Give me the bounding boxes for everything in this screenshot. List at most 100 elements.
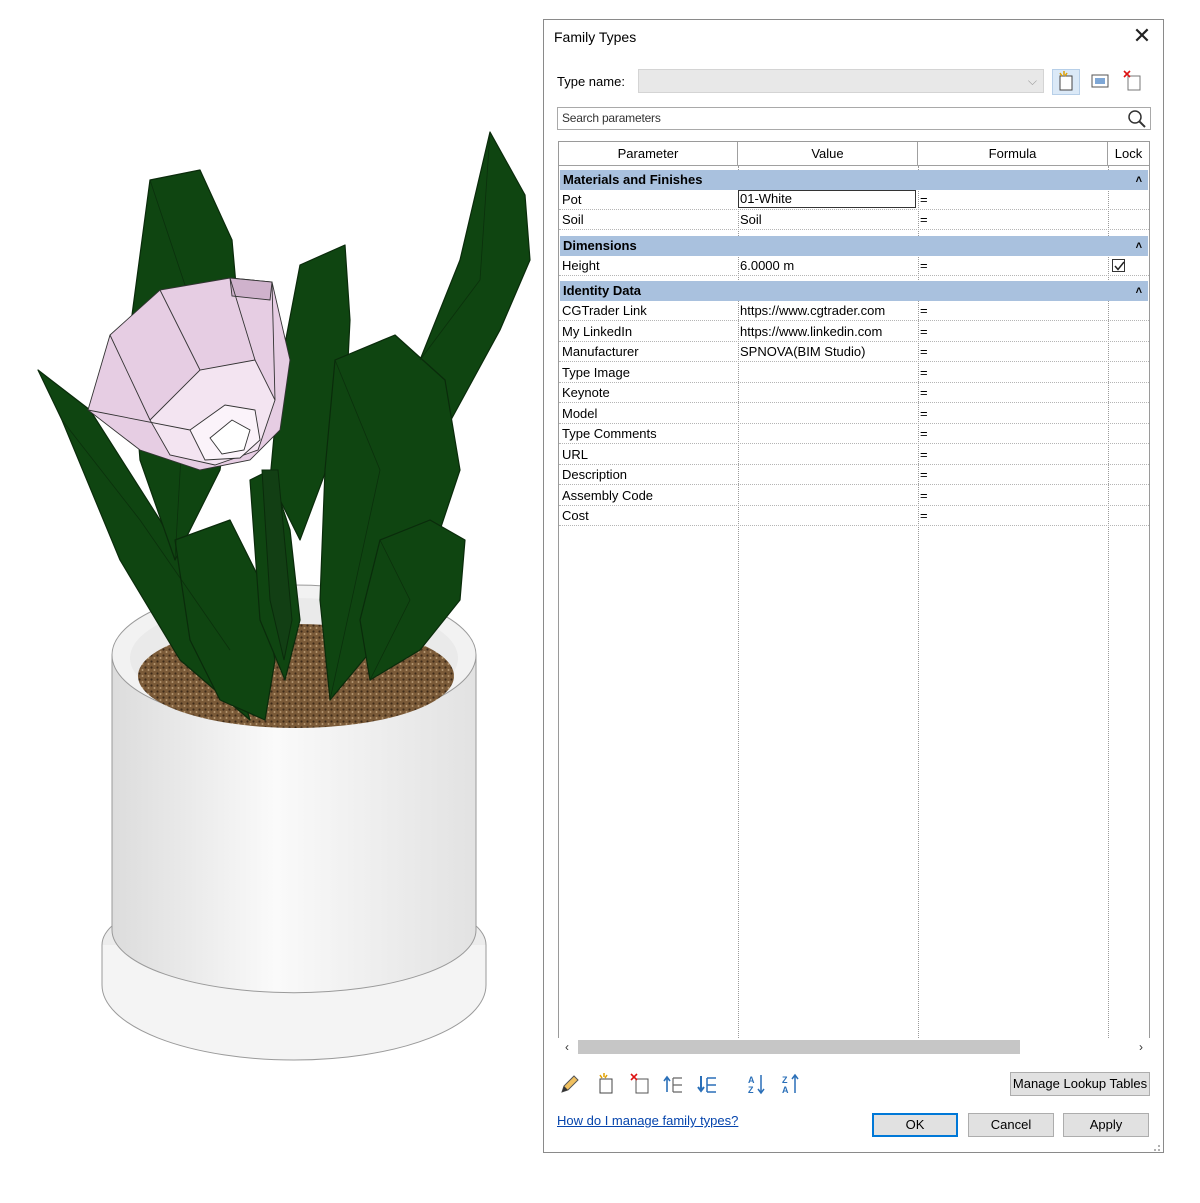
- ok-button[interactable]: OK: [872, 1113, 958, 1137]
- param-value[interactable]: 6.0000 m: [740, 256, 916, 275]
- param-formula[interactable]: =: [920, 322, 1106, 341]
- new-type-button[interactable]: [1052, 69, 1080, 95]
- param-value[interactable]: [740, 404, 916, 423]
- column-header-parameter[interactable]: Parameter: [559, 142, 738, 166]
- param-value[interactable]: [740, 445, 916, 464]
- move-down-icon[interactable]: [696, 1072, 720, 1096]
- param-row-assembly-code[interactable]: Assembly Code =: [559, 486, 1149, 506]
- param-name: Type Comments: [562, 426, 657, 441]
- param-value[interactable]: https://www.linkedin.com: [740, 322, 916, 341]
- search-placeholder: Search parameters: [562, 111, 661, 125]
- param-row-type-image[interactable]: Type Image =: [559, 363, 1149, 383]
- param-formula[interactable]: =: [920, 363, 1106, 382]
- column-header-formula[interactable]: Formula: [918, 142, 1108, 166]
- param-formula[interactable]: =: [920, 301, 1106, 320]
- param-value[interactable]: [740, 363, 916, 382]
- param-name: My LinkedIn: [562, 323, 633, 339]
- pencil-icon[interactable]: [558, 1072, 582, 1096]
- param-formula[interactable]: =: [920, 465, 1106, 484]
- group-identity-data[interactable]: Identity Data ˄: [560, 281, 1148, 301]
- collapse-icon[interactable]: ˄: [1136, 281, 1142, 301]
- apply-button[interactable]: Apply: [1063, 1113, 1149, 1137]
- param-name: Model: [562, 405, 598, 421]
- param-value[interactable]: SPNOVA(BIM Studio): [740, 342, 916, 361]
- param-row-url[interactable]: URL =: [559, 445, 1149, 465]
- help-link[interactable]: How do I manage family types?: [557, 1113, 738, 1128]
- type-name-select[interactable]: ⌵: [638, 69, 1044, 93]
- param-formula[interactable]: =: [920, 424, 1106, 443]
- scroll-left-icon[interactable]: ‹: [558, 1038, 576, 1056]
- chevron-down-icon: ⌵: [1027, 74, 1037, 88]
- param-row-height[interactable]: Height 6.0000 m =: [559, 256, 1149, 276]
- group-dimensions[interactable]: Dimensions ˄: [560, 236, 1148, 256]
- param-name: Cost: [562, 508, 589, 523]
- param-value[interactable]: [740, 465, 916, 484]
- param-value[interactable]: [740, 424, 916, 443]
- group-materials-and-finishes[interactable]: Materials and Finishes ˄: [560, 170, 1148, 190]
- param-formula[interactable]: =: [920, 256, 1106, 275]
- svg-text:Z: Z: [782, 1075, 788, 1085]
- param-name: Manufacturer: [562, 344, 639, 359]
- param-row-keynote[interactable]: Keynote =: [559, 383, 1149, 403]
- search-icon[interactable]: [1127, 109, 1147, 132]
- param-row-soil[interactable]: Soil Soil =: [559, 210, 1149, 230]
- param-value[interactable]: https://www.cgtrader.com: [740, 301, 916, 320]
- sort-descending-icon[interactable]: ZA: [780, 1072, 804, 1096]
- collapse-icon[interactable]: ˄: [1136, 236, 1142, 256]
- new-type-icon: [1059, 71, 1073, 91]
- param-row-description[interactable]: Description =: [559, 465, 1149, 485]
- param-row-model[interactable]: Model =: [559, 404, 1149, 424]
- model-viewport[interactable]: [0, 0, 540, 1200]
- param-value-editor[interactable]: 01-White: [738, 190, 916, 208]
- family-types-dialog: Family Types ✕ Type name: ⌵ Search param…: [543, 19, 1164, 1153]
- collapse-icon[interactable]: ˄: [1136, 170, 1142, 190]
- lock-checkbox[interactable]: [1112, 259, 1125, 272]
- type-name-label: Type name:: [557, 74, 625, 89]
- delete-type-icon: [1123, 70, 1141, 91]
- param-value[interactable]: Soil: [740, 210, 916, 229]
- cancel-button[interactable]: Cancel: [968, 1113, 1054, 1137]
- param-name: Pot: [562, 192, 582, 207]
- close-icon[interactable]: ✕: [1131, 24, 1153, 48]
- scrollbar-thumb[interactable]: [578, 1040, 1020, 1054]
- dialog-title: Family Types: [554, 29, 637, 45]
- manage-lookup-tables-button[interactable]: Manage Lookup Tables: [1010, 1072, 1150, 1096]
- param-formula[interactable]: =: [920, 210, 1106, 229]
- new-parameter-icon[interactable]: [594, 1072, 618, 1096]
- scroll-right-icon[interactable]: ›: [1132, 1038, 1150, 1056]
- param-row-cost[interactable]: Cost =: [559, 506, 1149, 526]
- column-header-value[interactable]: Value: [738, 142, 918, 166]
- horizontal-scrollbar[interactable]: ‹ ›: [558, 1038, 1150, 1056]
- search-parameters-input[interactable]: Search parameters: [557, 107, 1151, 130]
- param-value[interactable]: [740, 383, 916, 402]
- param-formula[interactable]: =: [920, 445, 1106, 464]
- sort-ascending-icon[interactable]: AZ: [746, 1072, 770, 1096]
- resize-grip-icon[interactable]: [1151, 1140, 1161, 1151]
- param-name: Type Image: [562, 364, 630, 380]
- param-value[interactable]: [740, 506, 916, 525]
- param-name: Soil: [562, 212, 584, 227]
- rename-type-button[interactable]: [1087, 69, 1115, 95]
- param-name: CGTrader Link: [562, 303, 647, 318]
- param-row-manufacturer[interactable]: Manufacturer SPNOVA(BIM Studio) =: [559, 342, 1149, 362]
- delete-type-button[interactable]: [1120, 69, 1148, 95]
- potted-plant-model: [37, 131, 531, 1061]
- group-title: Materials and Finishes: [563, 172, 703, 187]
- move-up-icon[interactable]: [662, 1072, 686, 1096]
- param-formula[interactable]: =: [920, 404, 1106, 423]
- param-formula[interactable]: =: [920, 342, 1106, 361]
- param-name: Height: [562, 258, 600, 273]
- param-row-my-linkedin[interactable]: My LinkedIn https://www.linkedin.com =: [559, 322, 1149, 342]
- group-title: Dimensions: [563, 238, 637, 253]
- param-formula[interactable]: =: [920, 190, 1106, 209]
- param-row-type-comments[interactable]: Type Comments =: [559, 424, 1149, 444]
- delete-parameter-icon[interactable]: [628, 1072, 652, 1096]
- param-row-cgtrader-link[interactable]: CGTrader Link https://www.cgtrader.com =: [559, 301, 1149, 321]
- param-row-pot[interactable]: Pot 01-White =: [559, 190, 1149, 210]
- param-formula[interactable]: =: [920, 486, 1106, 505]
- column-header-lock[interactable]: Lock: [1108, 142, 1149, 166]
- svg-text:Z: Z: [748, 1085, 754, 1095]
- param-value[interactable]: [740, 486, 916, 505]
- param-formula[interactable]: =: [920, 383, 1106, 402]
- param-formula[interactable]: =: [920, 506, 1106, 525]
